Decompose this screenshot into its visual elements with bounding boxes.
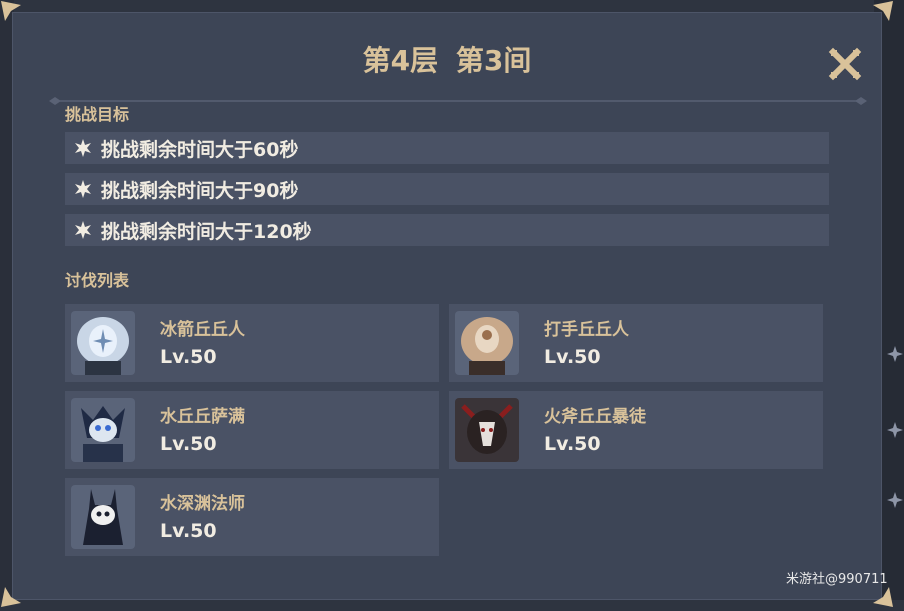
goal-text: 挑战剩余时间大于120秒 — [101, 220, 312, 243]
watermark: 米游社@990711 — [786, 572, 888, 587]
goal-text: 挑战剩余时间大于90秒 — [101, 179, 299, 202]
enemy-card[interactable]: 水深渊法师 Lv.50 — [65, 478, 439, 556]
hydro-samachurl-icon — [71, 398, 135, 462]
corner-ornament-icon — [1, 1, 21, 21]
enemy-card[interactable]: 火斧丘丘暴徒 Lv.50 — [449, 391, 823, 469]
enemy-name: 水丘丘萨满 — [160, 407, 245, 427]
hilichurl-fighter-icon — [455, 311, 519, 375]
enemy-name: 水深渊法师 — [160, 494, 245, 514]
enemy-level: Lv.50 — [544, 433, 601, 455]
corner-ornament-icon — [1, 587, 21, 607]
title-floor: 第4层 — [362, 44, 439, 77]
hydro-abyss-mage-icon — [71, 485, 135, 549]
goal-row: 挑战剩余时间大于60秒 — [65, 132, 829, 164]
corner-ornament-icon — [873, 1, 893, 21]
enemy-card[interactable]: 冰箭丘丘人 Lv.50 — [65, 304, 439, 382]
side-star-icon — [886, 488, 904, 512]
enemies-section-label: 讨伐列表 — [65, 271, 130, 290]
page-title: 第4层 第3间 — [13, 41, 881, 81]
close-icon — [828, 47, 862, 81]
enemy-name: 火斧丘丘暴徒 — [544, 407, 646, 427]
title-room: 第3间 — [455, 44, 532, 77]
goal-row: 挑战剩余时间大于120秒 — [65, 214, 829, 246]
blazing-axe-mitachurl-icon — [455, 398, 519, 462]
goal-text: 挑战剩余时间大于60秒 — [101, 138, 299, 161]
star-icon — [71, 218, 95, 242]
corner-ornament-icon — [873, 587, 893, 607]
title-divider — [49, 90, 867, 105]
goals-section-label: 挑战目标 — [65, 105, 130, 124]
chamber-info-panel: 第4层 第3间 挑战目标 挑战剩余时间大于60秒 挑战剩余时间大于90秒 挑战剩… — [1, 1, 893, 607]
close-button[interactable] — [827, 46, 863, 82]
enemy-card[interactable]: 水丘丘萨满 Lv.50 — [65, 391, 439, 469]
star-icon — [71, 136, 95, 160]
goal-row: 挑战剩余时间大于90秒 — [65, 173, 829, 205]
side-star-icon — [886, 418, 904, 442]
enemy-card[interactable]: 打手丘丘人 Lv.50 — [449, 304, 823, 382]
ice-archer-hilichurl-icon — [71, 311, 135, 375]
enemy-level: Lv.50 — [160, 433, 217, 455]
enemy-name: 冰箭丘丘人 — [160, 320, 245, 340]
enemy-level: Lv.50 — [160, 346, 217, 368]
enemy-level: Lv.50 — [544, 346, 601, 368]
star-icon — [71, 177, 95, 201]
side-star-icon — [886, 342, 904, 366]
enemy-name: 打手丘丘人 — [544, 320, 629, 340]
enemy-level: Lv.50 — [160, 520, 217, 542]
